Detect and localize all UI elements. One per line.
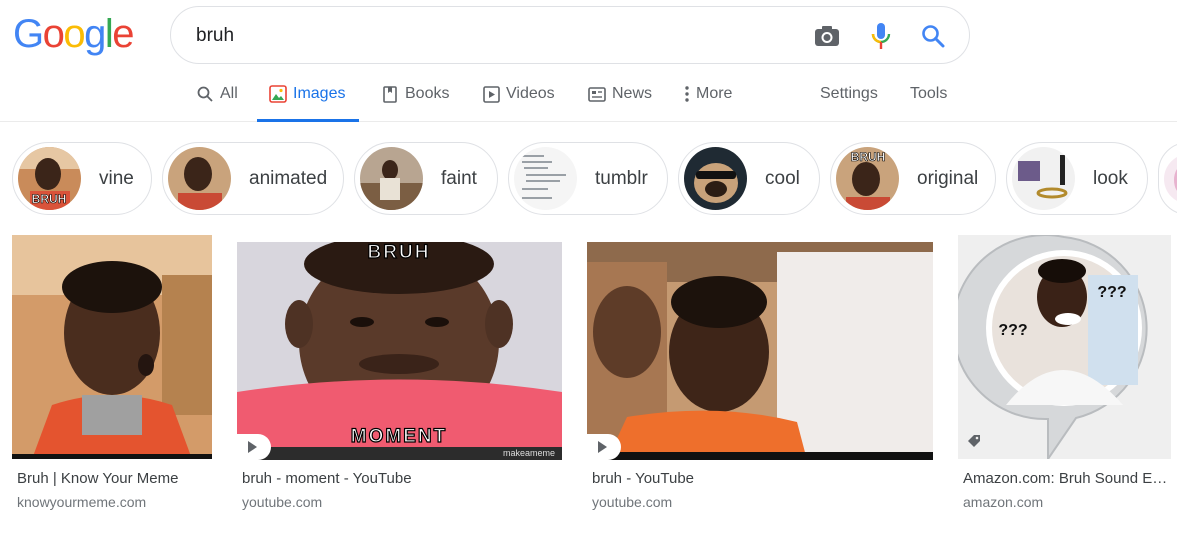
- tab-videos[interactable]: Videos: [482, 66, 555, 122]
- result-title[interactable]: bruh - YouTube: [592, 470, 932, 487]
- result-image[interactable]: [12, 235, 212, 459]
- search-box[interactable]: bruh: [170, 6, 970, 64]
- google-images-page: Google bruh All Images Books Videos News…: [0, 0, 1177, 537]
- mic-icon[interactable]: [868, 23, 894, 49]
- tab-news[interactable]: News: [588, 66, 652, 122]
- chip-thumbnail: BRUH: [836, 147, 899, 210]
- chip-cool[interactable]: cool: [678, 142, 820, 215]
- logo-letter: G: [13, 12, 44, 56]
- chip-faint[interactable]: faint: [354, 142, 498, 215]
- search-icon: [196, 85, 214, 103]
- tab-label: More: [696, 85, 733, 102]
- book-icon: [381, 85, 399, 103]
- result-image[interactable]: [587, 242, 933, 460]
- search-tabs: All Images Books Videos News More Settin…: [0, 66, 1177, 122]
- image-result[interactable]: Bruh | Know Your Meme knowyourmeme.com: [12, 235, 212, 510]
- result-image[interactable]: BRUH MOMENT makeameme: [237, 242, 562, 460]
- chip-look[interactable]: look: [1006, 142, 1148, 215]
- chip-thumbnail: [684, 147, 747, 210]
- chip-thumb-text: BRUH: [32, 192, 67, 206]
- play-icon: [237, 434, 271, 460]
- video-icon: [482, 85, 500, 103]
- chip-label: look: [1093, 167, 1128, 189]
- chip-label: animated: [249, 167, 328, 189]
- logo-letter: o: [63, 12, 85, 56]
- result-source: knowyourmeme.com: [17, 494, 147, 510]
- chip-label: cool: [765, 167, 800, 189]
- chip-thumbnail: [1164, 153, 1177, 204]
- tab-label: All: [220, 85, 238, 102]
- chip-tumblr[interactable]: tumblr: [508, 142, 668, 215]
- chip-label: tumblr: [595, 167, 648, 189]
- chip-original[interactable]: BRUH original: [830, 142, 996, 215]
- logo-letter: l: [104, 12, 114, 56]
- chip-label: faint: [441, 167, 477, 189]
- camera-icon[interactable]: [814, 23, 840, 49]
- meme-top-text: BRUH: [368, 242, 431, 263]
- tab-label: Videos: [506, 85, 555, 102]
- result-image[interactable]: ??????: [958, 235, 1171, 459]
- result-title[interactable]: Amazon.com: Bruh Sound E…: [963, 470, 1171, 487]
- logo-letter: g: [84, 12, 106, 56]
- chip-thumbnail: [514, 147, 577, 210]
- logo-letter: o: [42, 12, 65, 56]
- image-result[interactable]: ?????? Amazon.com: Bruh Sound E… amazon.…: [958, 235, 1171, 510]
- tab-more[interactable]: More: [682, 66, 732, 122]
- chip-label: original: [917, 167, 979, 189]
- tab-label: Books: [405, 85, 450, 102]
- overlay-text-left: ???: [998, 322, 1027, 339]
- image-result[interactable]: BRUH MOMENT makeameme bruh - moment - YouT…: [237, 235, 562, 510]
- chip-thumbnail: BRUH: [18, 147, 81, 210]
- chip-thumb-text: BRUH: [851, 150, 886, 164]
- logo-letter: e: [112, 12, 134, 56]
- tab-label: News: [612, 85, 653, 102]
- chip-thumbnail: [1012, 147, 1075, 210]
- overlay-text-right: ???: [1097, 284, 1126, 301]
- tab-all[interactable]: All: [196, 66, 238, 122]
- tab-label: Images: [293, 85, 346, 102]
- result-source: youtube.com: [592, 494, 673, 510]
- tab-books[interactable]: Books: [381, 66, 449, 122]
- image-icon: [269, 85, 287, 103]
- more-vert-icon: [682, 85, 692, 103]
- meme-bottom-text: MOMENT: [351, 426, 447, 447]
- search-input[interactable]: bruh: [196, 25, 234, 47]
- image-result[interactable]: bruh - YouTube youtube.com: [587, 235, 933, 510]
- result-source: youtube.com: [242, 494, 323, 510]
- settings-link[interactable]: Settings: [820, 66, 878, 122]
- tab-images[interactable]: Images: [256, 66, 361, 122]
- chip-label: vine: [99, 167, 134, 189]
- result-title[interactable]: bruh - moment - YouTube: [242, 470, 562, 487]
- chip-more-partial[interactable]: [1158, 142, 1177, 215]
- chip-animated[interactable]: animated: [162, 142, 344, 215]
- news-icon: [588, 85, 606, 103]
- result-source: amazon.com: [963, 494, 1044, 510]
- chip-thumbnail: [360, 147, 423, 210]
- play-icon: [587, 434, 621, 460]
- search-icon[interactable]: [920, 23, 946, 49]
- result-title[interactable]: Bruh | Know Your Meme: [17, 470, 212, 487]
- chip-thumbnail: [168, 147, 231, 210]
- google-logo[interactable]: Google: [13, 12, 134, 56]
- tools-link[interactable]: Tools: [910, 66, 947, 122]
- tag-icon: [967, 434, 981, 448]
- chip-vine[interactable]: BRUH vine: [12, 142, 152, 215]
- watermark-text: makeameme: [503, 448, 555, 458]
